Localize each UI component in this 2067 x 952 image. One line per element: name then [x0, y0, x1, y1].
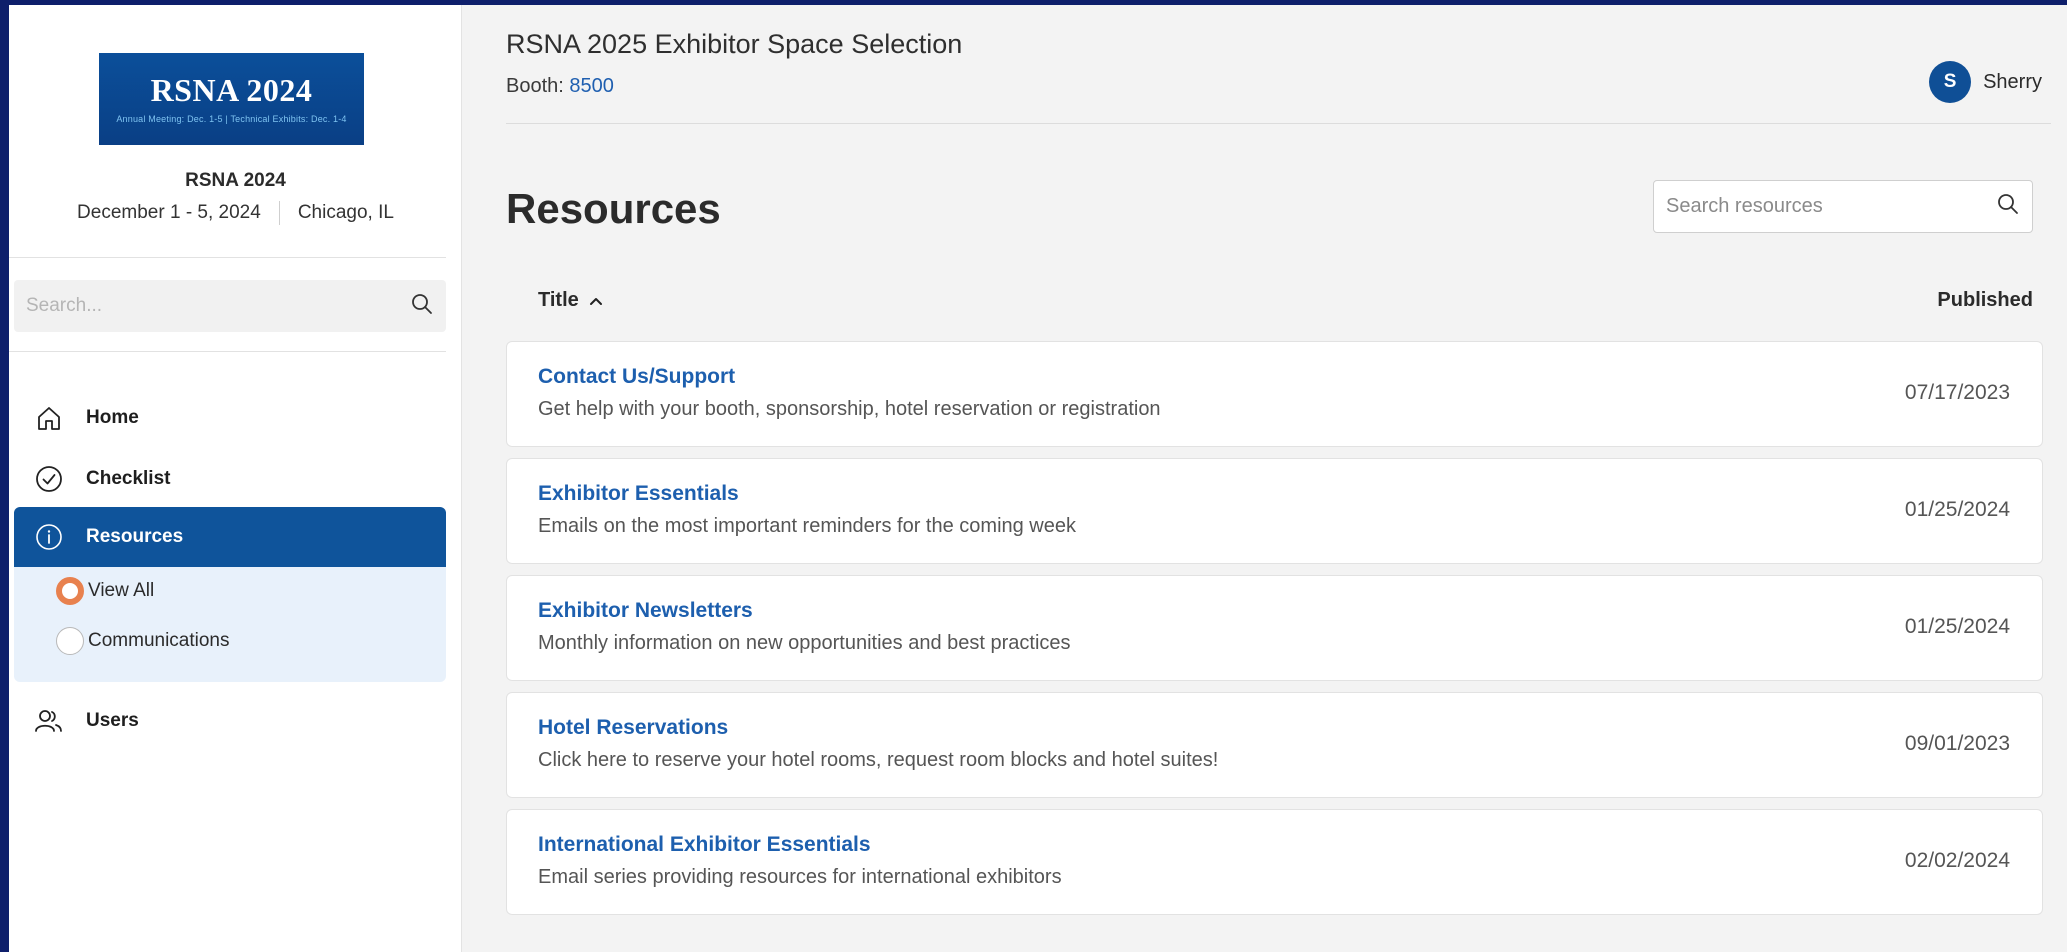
resource-published-date: 01/25/2024 [1904, 498, 2010, 521]
resource-published-date: 02/02/2024 [1904, 849, 2010, 872]
column-header-title[interactable]: Title [538, 289, 604, 312]
booth-info: Booth: 8500 [506, 75, 614, 98]
column-header-label: Title [538, 289, 579, 311]
resource-published-date: 07/17/2023 [1904, 381, 2010, 404]
resources-search [1653, 180, 2033, 233]
resource-description: Email series providing resources for int… [538, 866, 1062, 888]
search-icon[interactable] [1996, 192, 2020, 221]
resource-title-link[interactable]: Hotel Reservations [538, 716, 728, 740]
resource-title-link[interactable]: Exhibitor Newsletters [538, 599, 753, 623]
resource-description: Click here to reserve your hotel rooms, … [538, 749, 1219, 771]
resource-title-link[interactable]: Contact Us/Support [538, 365, 735, 389]
resource-title-link[interactable]: Exhibitor Essentials [538, 482, 739, 506]
resource-published-date: 09/01/2023 [1904, 732, 2010, 755]
chevron-up-icon [588, 295, 604, 307]
list-item[interactable]: Exhibitor Essentials Emails on the most … [506, 458, 2043, 564]
resource-description: Emails on the most important reminders f… [538, 515, 1076, 537]
user-menu[interactable]: S Sherry [1929, 61, 2042, 103]
app-window: RSNA 2024 Annual Meeting: Dec. 1-5 | Tec… [9, 5, 2067, 952]
divider [506, 123, 2051, 124]
list-item[interactable]: Exhibitor Newsletters Monthly informatio… [506, 575, 2043, 681]
section-title: Resources [506, 185, 721, 232]
column-header-published[interactable]: Published [1937, 289, 2033, 312]
resource-description: Get help with your booth, sponsorship, h… [538, 398, 1161, 420]
resource-description: Monthly information on new opportunities… [538, 632, 1071, 654]
list-item[interactable]: Contact Us/Support Get help with your bo… [506, 341, 2043, 447]
avatar: S [1929, 61, 1972, 103]
list-item[interactable]: Hotel Reservations Click here to reserve… [506, 692, 2043, 798]
list-item[interactable]: International Exhibitor Essentials Email… [506, 809, 2043, 915]
resources-list: Contact Us/Support Get help with your bo… [506, 341, 2043, 926]
resource-published-date: 01/25/2024 [1904, 615, 2010, 638]
column-header-label: Published [1937, 289, 2033, 311]
resource-title-link[interactable]: International Exhibitor Essentials [538, 833, 871, 857]
page-title: RSNA 2025 Exhibitor Space Selection [506, 29, 963, 59]
main-content: RSNA 2025 Exhibitor Space Selection Boot… [9, 5, 2067, 952]
user-name: Sherry [1983, 70, 2042, 93]
booth-number[interactable]: 8500 [569, 75, 614, 97]
booth-label: Booth: [506, 75, 564, 97]
resources-search-input[interactable] [1666, 195, 1996, 218]
